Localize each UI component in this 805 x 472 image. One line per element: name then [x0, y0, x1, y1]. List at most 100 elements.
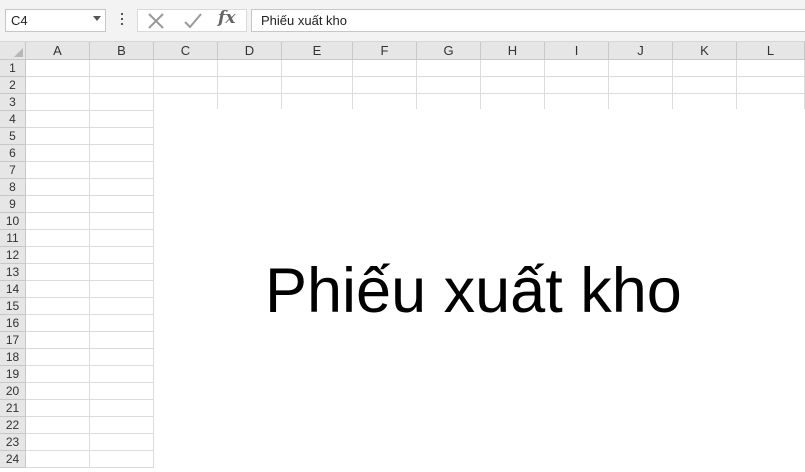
cell-a14[interactable]	[26, 281, 90, 298]
row-header-13[interactable]: 13	[0, 264, 26, 281]
cell-b17[interactable]	[90, 332, 154, 349]
cell-i1[interactable]	[545, 60, 609, 77]
cell-a7[interactable]	[26, 162, 90, 179]
cell-b9[interactable]	[90, 196, 154, 213]
text-shape[interactable]: Phiếu xuất kho	[154, 109, 805, 472]
row-header-7[interactable]: 7	[0, 162, 26, 179]
row-header-5[interactable]: 5	[0, 128, 26, 145]
cell-b10[interactable]	[90, 213, 154, 230]
cell-b16[interactable]	[90, 315, 154, 332]
cell-j1[interactable]	[609, 60, 673, 77]
row-header-9[interactable]: 9	[0, 196, 26, 213]
cell-b14[interactable]	[90, 281, 154, 298]
cell-b12[interactable]	[90, 247, 154, 264]
cell-a20[interactable]	[26, 383, 90, 400]
row-header-10[interactable]: 10	[0, 213, 26, 230]
cell-a23[interactable]	[26, 434, 90, 451]
cell-b4[interactable]	[90, 111, 154, 128]
column-header-j[interactable]: J	[609, 42, 673, 60]
cell-b11[interactable]	[90, 230, 154, 247]
row-header-23[interactable]: 23	[0, 434, 26, 451]
column-header-g[interactable]: G	[417, 42, 481, 60]
row-header-4[interactable]: 4	[0, 111, 26, 128]
cell-l1[interactable]	[737, 60, 805, 77]
cell-b1[interactable]	[90, 60, 154, 77]
cell-a16[interactable]	[26, 315, 90, 332]
cell-g1[interactable]	[417, 60, 481, 77]
formula-input[interactable]: Phiếu xuất kho	[251, 9, 805, 32]
cell-a3[interactable]	[26, 94, 90, 111]
cell-b24[interactable]	[90, 451, 154, 468]
cell-a21[interactable]	[26, 400, 90, 417]
column-header-f[interactable]: F	[353, 42, 417, 60]
row-header-17[interactable]: 17	[0, 332, 26, 349]
row-header-15[interactable]: 15	[0, 298, 26, 315]
cell-e2[interactable]	[282, 77, 353, 94]
cell-b2[interactable]	[90, 77, 154, 94]
cell-d2[interactable]	[218, 77, 282, 94]
column-header-e[interactable]: E	[282, 42, 353, 60]
cell-l2[interactable]	[737, 77, 805, 94]
cell-a9[interactable]	[26, 196, 90, 213]
column-header-i[interactable]: I	[545, 42, 609, 60]
cell-a4[interactable]	[26, 111, 90, 128]
cell-g2[interactable]	[417, 77, 481, 94]
cell-b5[interactable]	[90, 128, 154, 145]
cell-k1[interactable]	[673, 60, 737, 77]
chevron-down-icon[interactable]	[93, 16, 101, 21]
row-header-22[interactable]: 22	[0, 417, 26, 434]
cell-a22[interactable]	[26, 417, 90, 434]
more-options-icon[interactable]	[119, 13, 125, 29]
row-header-3[interactable]: 3	[0, 94, 26, 111]
cell-c1[interactable]	[154, 60, 218, 77]
cell-h2[interactable]	[481, 77, 545, 94]
row-header-19[interactable]: 19	[0, 366, 26, 383]
cell-b8[interactable]	[90, 179, 154, 196]
cell-a17[interactable]	[26, 332, 90, 349]
cell-b23[interactable]	[90, 434, 154, 451]
cell-a11[interactable]	[26, 230, 90, 247]
cell-b22[interactable]	[90, 417, 154, 434]
column-header-k[interactable]: K	[673, 42, 737, 60]
cell-a24[interactable]	[26, 451, 90, 468]
cell-a10[interactable]	[26, 213, 90, 230]
cell-d1[interactable]	[218, 60, 282, 77]
row-header-12[interactable]: 12	[0, 247, 26, 264]
cell-b15[interactable]	[90, 298, 154, 315]
cell-b13[interactable]	[90, 264, 154, 281]
insert-function-button[interactable]: fx	[218, 8, 235, 28]
column-header-d[interactable]: D	[218, 42, 282, 60]
cell-b19[interactable]	[90, 366, 154, 383]
cell-c2[interactable]	[154, 77, 218, 94]
row-header-20[interactable]: 20	[0, 383, 26, 400]
cell-b7[interactable]	[90, 162, 154, 179]
row-header-18[interactable]: 18	[0, 349, 26, 366]
column-header-b[interactable]: B	[90, 42, 154, 60]
row-header-14[interactable]: 14	[0, 281, 26, 298]
row-header-24[interactable]: 24	[0, 451, 26, 468]
cell-a1[interactable]	[26, 60, 90, 77]
cell-h1[interactable]	[481, 60, 545, 77]
column-header-a[interactable]: A	[26, 42, 90, 60]
cell-a18[interactable]	[26, 349, 90, 366]
cell-b18[interactable]	[90, 349, 154, 366]
cell-a12[interactable]	[26, 247, 90, 264]
cell-k2[interactable]	[673, 77, 737, 94]
cell-a2[interactable]	[26, 77, 90, 94]
cell-b3[interactable]	[90, 94, 154, 111]
row-header-6[interactable]: 6	[0, 145, 26, 162]
cancel-button[interactable]	[140, 10, 170, 31]
cell-i2[interactable]	[545, 77, 609, 94]
enter-button[interactable]	[176, 10, 206, 31]
cell-b21[interactable]	[90, 400, 154, 417]
cell-a15[interactable]	[26, 298, 90, 315]
cell-a5[interactable]	[26, 128, 90, 145]
worksheet-grid[interactable]: A B C D E F G H I J K L 1 2 3 4 5 6 7 8 9 10 11 12 13 14 15 16 17 18 1…	[0, 42, 805, 472]
column-header-c[interactable]: C	[154, 42, 218, 60]
row-header-21[interactable]: 21	[0, 400, 26, 417]
cell-a6[interactable]	[26, 145, 90, 162]
column-header-l[interactable]: L	[737, 42, 805, 60]
cell-f2[interactable]	[353, 77, 417, 94]
name-box[interactable]: C4	[5, 9, 106, 32]
cell-e1[interactable]	[282, 60, 353, 77]
